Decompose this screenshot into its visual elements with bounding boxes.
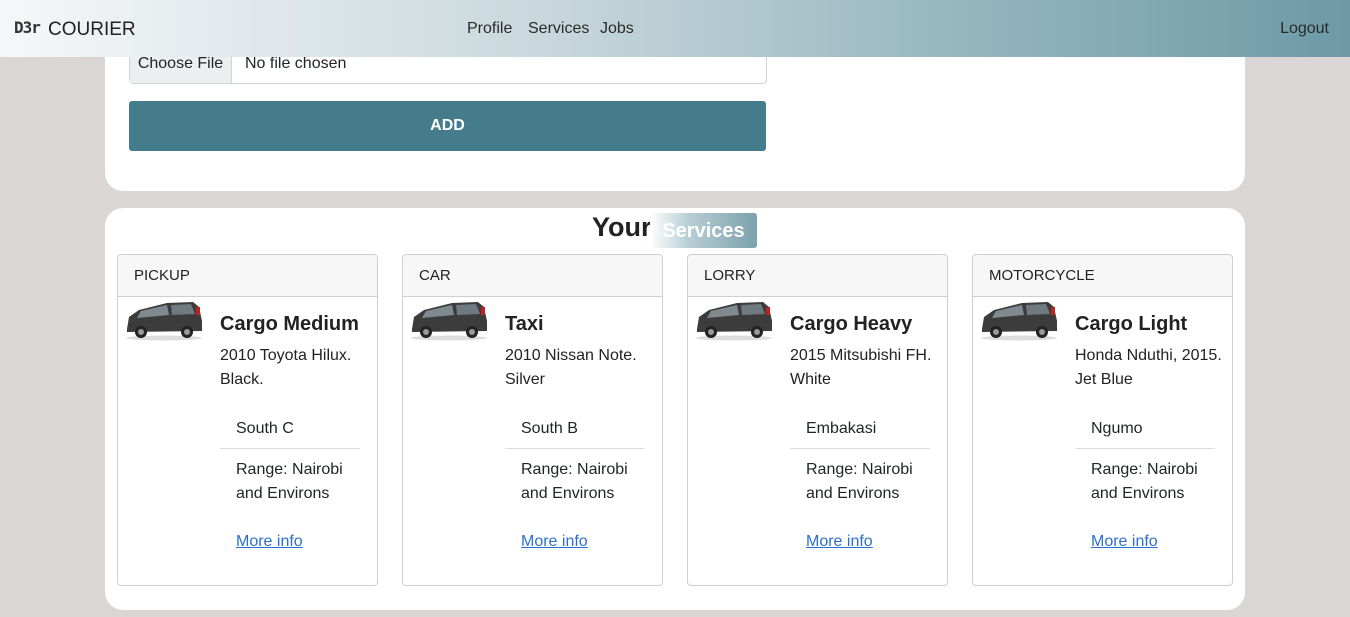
vehicle-image: [696, 302, 772, 341]
service-name: Cargo Light: [1075, 313, 1188, 335]
services-heading-badge: Services: [650, 213, 757, 248]
nav-link-services[interactable]: Services: [528, 20, 589, 38]
services-section: Your Services PICKUP Cargo Medium 2010 T…: [105, 208, 1245, 610]
service-location-row: Embakasi: [790, 413, 930, 449]
service-category: PICKUP: [118, 255, 377, 297]
service-name: Cargo Heavy: [790, 313, 913, 335]
service-name: Cargo Medium: [220, 313, 359, 335]
service-range: Range: Nairobi and Environs: [521, 461, 628, 502]
nav-link-profile[interactable]: Profile: [467, 20, 512, 38]
vehicle-image: [126, 302, 202, 341]
service-description: Honda Nduthi, 2015. Jet Blue: [1075, 347, 1222, 388]
service-location: Embakasi: [806, 420, 877, 437]
service-category: CAR: [403, 255, 662, 297]
service-location-row: South B: [505, 413, 645, 449]
logout-link[interactable]: Logout: [1280, 20, 1329, 38]
more-info-link[interactable]: More info: [806, 533, 873, 551]
service-range: Range: Nairobi and Environs: [236, 461, 343, 502]
nav-link-jobs[interactable]: Jobs: [600, 20, 634, 38]
service-card: MOTORCYCLE Cargo Light Honda Nduthi, 201…: [972, 254, 1233, 586]
navbar: D3r COURIER Profile Services Jobs Logout: [0, 0, 1350, 57]
service-card: PICKUP Cargo Medium 2010 Toyota Hilux. B…: [117, 254, 378, 586]
service-range: Range: Nairobi and Environs: [1091, 461, 1198, 502]
service-card: CAR Taxi 2010 Nissan Note. Silver South …: [402, 254, 663, 586]
service-description: 2010 Nissan Note. Silver: [505, 347, 637, 388]
service-location: South C: [236, 420, 294, 437]
more-info-link[interactable]: More info: [521, 533, 588, 551]
brand-name[interactable]: COURIER: [48, 19, 136, 41]
more-info-link[interactable]: More info: [236, 533, 303, 551]
service-location: South B: [521, 420, 578, 437]
services-heading-your: Your: [592, 212, 652, 242]
vehicle-image: [981, 302, 1057, 341]
service-location-row: South C: [220, 413, 360, 449]
service-name: Taxi: [505, 313, 544, 335]
service-card: LORRY Cargo Heavy 2015 Mitsubishi FH. Wh…: [687, 254, 948, 586]
add-button[interactable]: ADD: [129, 101, 766, 151]
service-location: Ngumo: [1091, 420, 1143, 437]
service-category: LORRY: [688, 255, 947, 297]
service-category: MOTORCYCLE: [973, 255, 1232, 297]
service-range: Range: Nairobi and Environs: [806, 461, 913, 502]
more-info-link[interactable]: More info: [1091, 533, 1158, 551]
brand-logo[interactable]: D3r: [14, 18, 41, 37]
vehicle-image: [411, 302, 487, 341]
service-description: 2015 Mitsubishi FH. White: [790, 347, 932, 388]
service-location-row: Ngumo: [1075, 413, 1215, 449]
service-description: 2010 Toyota Hilux. Black.: [220, 347, 352, 388]
